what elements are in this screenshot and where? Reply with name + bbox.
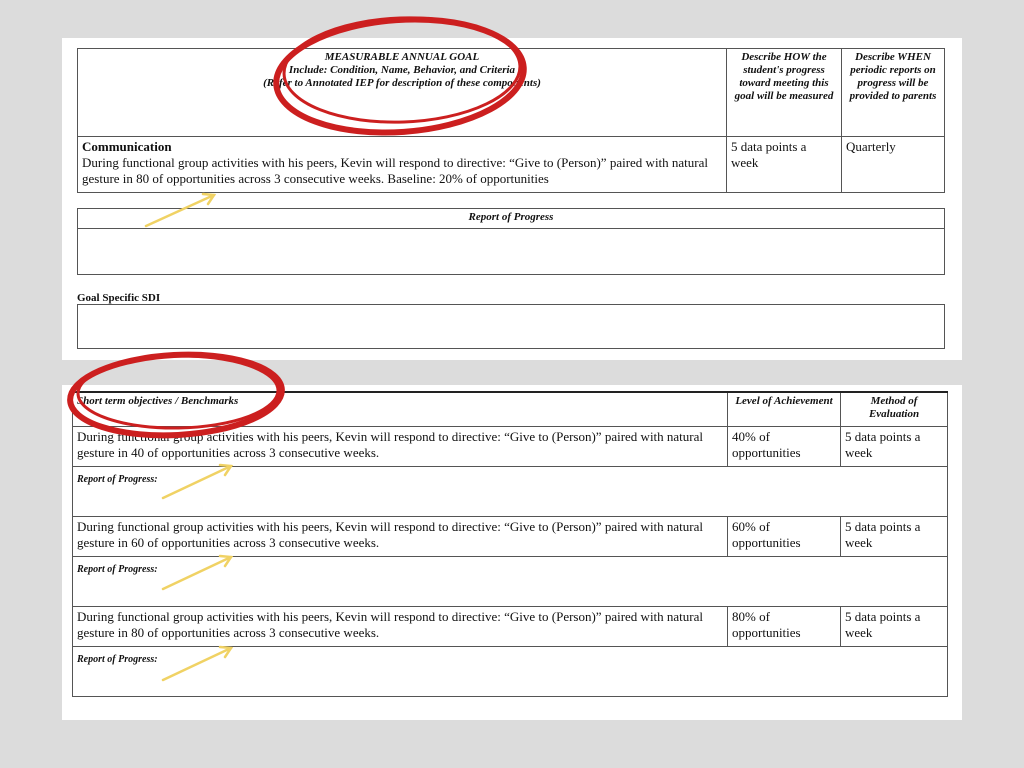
report-of-progress-label: Report of Progress: bbox=[77, 653, 158, 665]
objective-level: 40% of opportunities bbox=[727, 425, 841, 467]
report-of-progress-title: Report of Progress bbox=[77, 208, 945, 229]
report-of-progress-table: Report of Progress bbox=[77, 208, 945, 275]
level-of-achievement-header: Level of Achievement bbox=[727, 391, 841, 427]
goal-header-refer: (Refer to Annotated IEP for description … bbox=[263, 77, 541, 89]
objective-text: During functional group activities with … bbox=[72, 605, 728, 647]
goal-specific-sdi-box[interactable] bbox=[77, 304, 945, 349]
objective-method: 5 data points a week bbox=[840, 515, 948, 557]
goal-text-cell: Communication During functional group ac… bbox=[77, 136, 727, 193]
objective-level: 80% of opportunities bbox=[727, 605, 841, 647]
objectives-table: Short term objectives / Benchmarks Level… bbox=[72, 391, 948, 697]
goal-header-include: Include: Condition, Name, Behavior, and … bbox=[288, 64, 516, 76]
report-of-progress-label: Report of Progress: bbox=[77, 473, 158, 485]
report-of-progress-label: Report of Progress: bbox=[77, 563, 158, 575]
when-reported-header: Describe WHEN periodic reports on progre… bbox=[841, 48, 945, 137]
objective-report-box[interactable]: Report of Progress: bbox=[72, 465, 948, 517]
method-of-evaluation-header: Method of Evaluation bbox=[840, 391, 948, 427]
objective-report-box[interactable]: Report of Progress: bbox=[72, 645, 948, 697]
objective-method: 5 data points a week bbox=[840, 425, 948, 467]
when-reported-value: Quarterly bbox=[841, 136, 945, 193]
goal-header-title: MEASURABLE ANNUAL GOAL bbox=[324, 51, 480, 63]
goal-area: Communication bbox=[82, 139, 172, 154]
objectives-document-section: Short term objectives / Benchmarks Level… bbox=[62, 385, 962, 720]
objective-report-box[interactable]: Report of Progress: bbox=[72, 555, 948, 607]
goal-header-cell: MEASURABLE ANNUAL GOAL Include: Conditio… bbox=[77, 48, 727, 137]
how-measured-header: Describe HOW the student's progress towa… bbox=[726, 48, 842, 137]
goal-specific-sdi-table bbox=[77, 304, 945, 349]
objective-method: 5 data points a week bbox=[840, 605, 948, 647]
how-measured-value: 5 data points a week bbox=[726, 136, 842, 193]
objective-text: During functional group activities with … bbox=[72, 425, 728, 467]
report-of-progress-box[interactable] bbox=[77, 228, 945, 275]
annual-goal-table: MEASURABLE ANNUAL GOAL Include: Conditio… bbox=[77, 48, 945, 193]
goal-specific-sdi-label: Goal Specific SDI bbox=[77, 292, 161, 304]
objectives-header: Short term objectives / Benchmarks bbox=[72, 391, 728, 427]
goal-document-section: MEASURABLE ANNUAL GOAL Include: Conditio… bbox=[62, 38, 962, 360]
objective-text: During functional group activities with … bbox=[72, 515, 728, 557]
objective-level: 60% of opportunities bbox=[727, 515, 841, 557]
goal-text: During functional group activities with … bbox=[82, 155, 709, 186]
